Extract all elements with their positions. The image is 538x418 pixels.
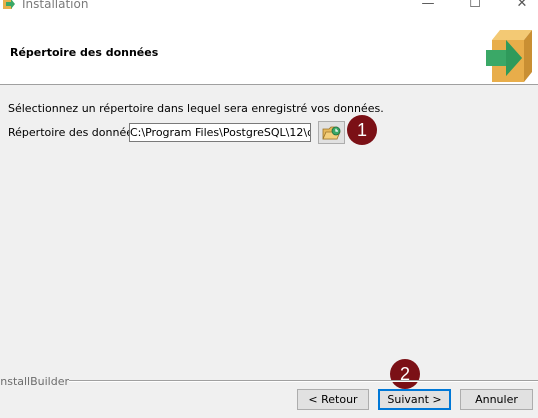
back-button[interactable]: < Retour xyxy=(297,389,369,410)
data-directory-label: Répertoire des données xyxy=(8,126,139,139)
maximize-button[interactable]: ☐ xyxy=(465,0,485,12)
window-title: Installation xyxy=(22,0,89,11)
close-button[interactable]: ✕ xyxy=(512,0,532,12)
header-banner: Répertoire des données xyxy=(0,14,538,85)
box-arrow-icon xyxy=(486,30,532,82)
minimize-button[interactable]: — xyxy=(418,0,438,12)
browse-folder-button[interactable] xyxy=(318,121,345,144)
installbuilder-brand: InstallBuilder xyxy=(0,375,70,388)
step-badge-2: 2 xyxy=(390,359,420,389)
page-title: Répertoire des données xyxy=(10,46,159,59)
title-bar: Installation — ☐ ✕ xyxy=(0,0,538,14)
installer-app-icon xyxy=(3,0,15,9)
next-button[interactable]: Suivant > xyxy=(378,389,451,410)
cancel-button[interactable]: Annuler xyxy=(460,389,533,410)
folder-browse-icon xyxy=(322,126,341,140)
footer-divider xyxy=(62,380,538,382)
data-directory-input[interactable]: C:\Program Files\PostgreSQL\12\data xyxy=(129,123,311,142)
instruction-text: Sélectionnez un répertoire dans lequel s… xyxy=(8,102,384,115)
step-badge-1: 1 xyxy=(347,115,377,145)
